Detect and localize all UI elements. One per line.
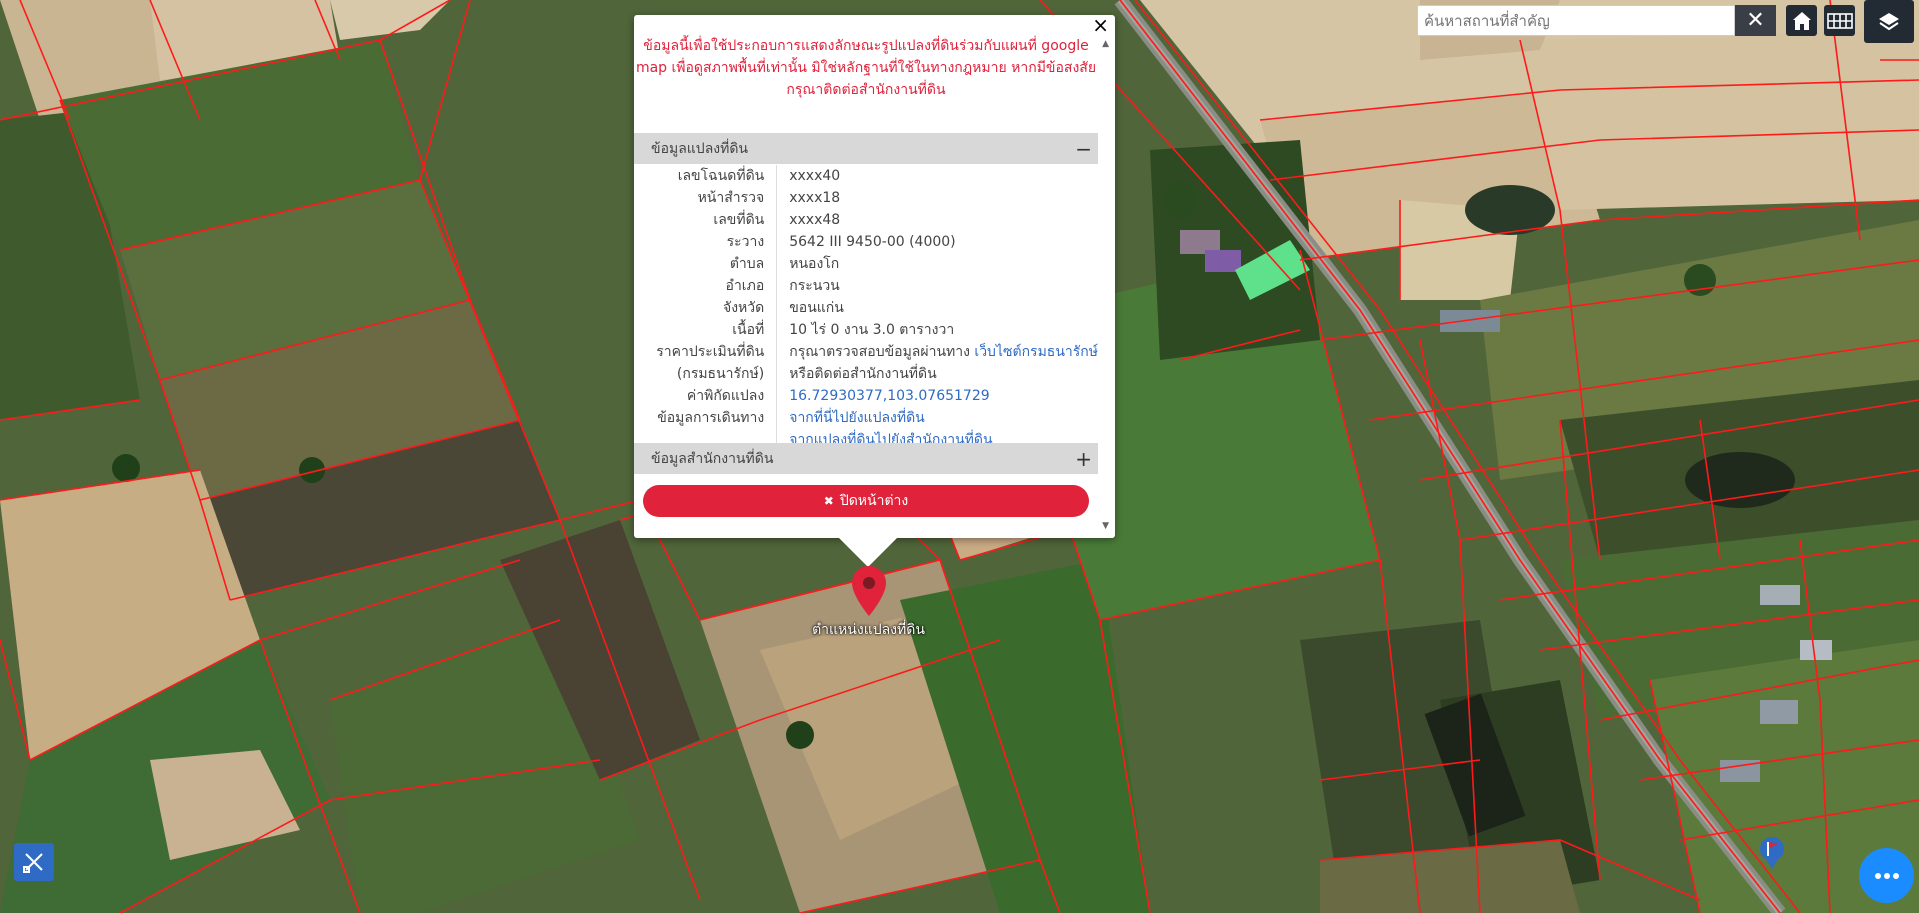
section-land-office[interactable]: ข้อมูลสำนักงานที่ดิน + <box>634 443 1098 474</box>
scroll-down-arrow[interactable]: ▼ <box>1102 521 1109 531</box>
row-label: (กรมธนารักษ์) <box>634 363 778 385</box>
row-value: xxxx18 <box>789 190 841 206</box>
grid-button[interactable] <box>1824 5 1855 36</box>
scroll-up-arrow[interactable]: ▲ <box>1102 39 1109 49</box>
row-label: ระวาง <box>634 231 778 253</box>
row-label: ตำบล <box>634 253 778 275</box>
layers-icon <box>1879 12 1899 30</box>
close-window-button[interactable]: ✖ ปิดหน้าต่าง <box>643 485 1089 517</box>
table-row: ตำบล หนองโก <box>634 253 1098 275</box>
row-value: หนองโก <box>789 256 840 272</box>
close-icon[interactable]: × <box>1092 15 1109 35</box>
table-row: ราคาประเมินที่ดิน กรุณาตรวจสอบข้อมูลผ่านท… <box>634 341 1098 363</box>
coordinate-link[interactable]: 16.72930377,103.07651729 <box>789 388 989 404</box>
more-dots-icon <box>1874 872 1899 879</box>
table-row: ระวาง 5642 III 9450-00 (4000) <box>634 231 1098 253</box>
popup-content[interactable]: ข้อมูลนี้เพื่อใช้ประกอบการแสดงลักษณะรูปแ… <box>634 33 1098 533</box>
expand-icon[interactable]: + <box>1075 447 1092 471</box>
flag-marker-icon[interactable] <box>1758 835 1786 875</box>
search-bar: ✕ <box>1417 5 1776 36</box>
marker-label: ตำแหน่งแปลงที่ดิน <box>812 622 925 638</box>
route-to-parcel-link[interactable]: จากที่นี่ไปยังแปลงที่ดิน <box>789 410 925 426</box>
table-row: เลขโฉนดที่ดิน xxxx40 <box>634 165 1098 187</box>
row-label: หน้าสำรวจ <box>634 187 778 209</box>
row-value: กระนวน <box>789 278 840 294</box>
row-label: จังหวัด <box>634 297 778 319</box>
table-row: เลขที่ดิน xxxx48 <box>634 209 1098 231</box>
popup-pointer <box>838 537 898 567</box>
map-pin-icon[interactable] <box>850 565 888 621</box>
disclaimer-text: ข้อมูลนี้เพื่อใช้ประกอบการแสดงลักษณะรูปแ… <box>635 38 1097 98</box>
table-row: หน้าสำรวจ xxxx18 <box>634 187 1098 209</box>
layers-button[interactable] <box>1864 0 1914 43</box>
table-row: อำเภอ กระนวน <box>634 275 1098 297</box>
row-value: xxxx48 <box>789 212 841 228</box>
section-title: ข้อมูลสำนักงานที่ดิน <box>651 450 774 467</box>
close-window-label: ปิดหน้าต่าง <box>839 493 909 509</box>
row-value: xxxx40 <box>789 168 841 184</box>
row-label: เลขโฉนดที่ดิน <box>634 165 778 187</box>
row-value: หรือติดต่อสำนักงานที่ดิน <box>789 366 937 382</box>
draw-tool-button[interactable] <box>14 843 54 881</box>
home-icon <box>1792 11 1811 30</box>
grid-icon <box>1826 12 1853 29</box>
row-label: ข้อมูลการเดินทาง <box>634 407 778 429</box>
table-row: ค่าพิกัดแปลง 16.72930377,103.07651729 <box>634 385 1098 407</box>
section-parcel-info[interactable]: ข้อมูลแปลงที่ดิน − <box>634 133 1098 164</box>
section-title: ข้อมูลแปลงที่ดิน <box>651 140 749 157</box>
table-row: ข้อมูลการเดินทาง จากที่นี่ไปยังแปลงที่ดิน <box>634 407 1098 429</box>
table-row: (กรมธนารักษ์) หรือติดต่อสำนักงานที่ดิน <box>634 363 1098 385</box>
draw-tool-icon <box>23 853 43 873</box>
search-clear-button[interactable]: ✕ <box>1735 5 1776 36</box>
row-value: ขอนแก่น <box>789 300 844 316</box>
row-label: เลขที่ดิน <box>634 209 778 231</box>
collapse-icon[interactable]: − <box>1075 137 1092 161</box>
price-text: กรุณาตรวจสอบข้อมูลผ่านทาง <box>789 344 975 360</box>
treasury-website-link[interactable]: เว็บไซต์กรมธนารักษ์ <box>974 344 1098 360</box>
row-value: 5642 III 9450-00 (4000) <box>789 234 956 250</box>
row-label: เนื้อที่ <box>634 319 778 341</box>
more-options-button[interactable] <box>1859 848 1914 903</box>
parcel-info-table: เลขโฉนดที่ดิน xxxx40 หน้าสำรวจ xxxx18 เลขท… <box>634 165 1098 451</box>
row-label: ค่าพิกัดแปลง <box>634 385 778 407</box>
home-button[interactable] <box>1786 5 1817 36</box>
search-input[interactable] <box>1417 5 1735 36</box>
table-row: จังหวัด ขอนแก่น <box>634 297 1098 319</box>
row-label: ราคาประเมินที่ดิน <box>634 341 778 363</box>
row-value: 10 ไร่ 0 งาน 3.0 ตารางวา <box>789 322 955 338</box>
row-value: กรุณาตรวจสอบข้อมูลผ่านทาง เว็บไซต์กรมธนา… <box>777 341 1098 363</box>
parcel-info-popup: × ▲ ▼ ข้อมูลนี้เพื่อใช้ประกอบการแสดงลักษ… <box>634 15 1115 538</box>
table-row: เนื้อที่ 10 ไร่ 0 งาน 3.0 ตารางวา <box>634 319 1098 341</box>
close-x-icon: ✖ <box>823 494 834 508</box>
row-label: อำเภอ <box>634 275 778 297</box>
